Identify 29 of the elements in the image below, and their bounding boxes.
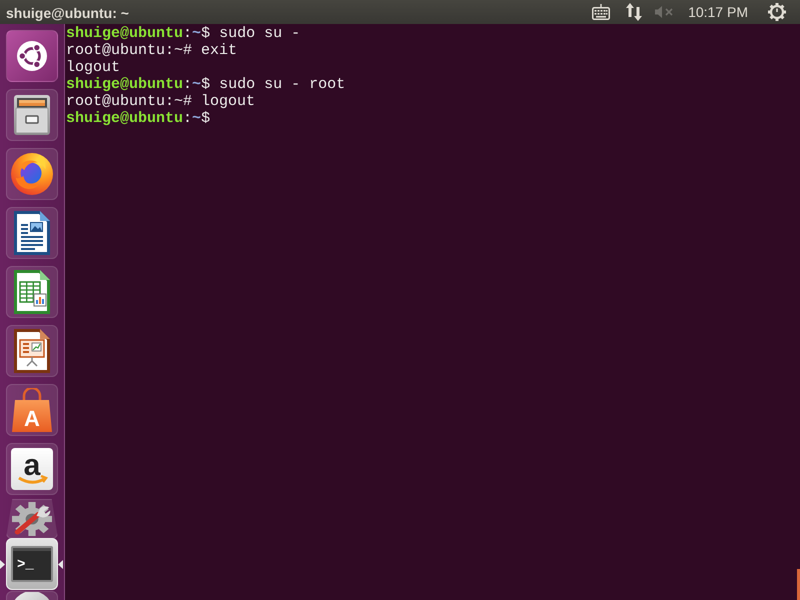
document-launcher-button[interactable]: [6, 207, 58, 259]
network-arrows-icon[interactable]: [626, 3, 642, 21]
window-edge: [797, 569, 800, 600]
terminal-icon: >_: [11, 546, 53, 582]
home-launcher-button[interactable]: [6, 30, 58, 82]
gear-wrench-icon: [12, 502, 52, 536]
spreadsheet-launcher-button[interactable]: [6, 266, 58, 318]
circle-logo-icon: [17, 41, 47, 71]
terminal-line: root@ubuntu:~# logout: [66, 93, 256, 110]
power-icon[interactable]: [768, 3, 786, 21]
keyboard-icon[interactable]: [592, 4, 610, 20]
disc-launcher-button[interactable]: [6, 591, 58, 600]
text-document-icon: [14, 211, 50, 255]
presentation-launcher-button[interactable]: [6, 325, 58, 377]
window-title: shuige@ubuntu: ~: [6, 4, 130, 20]
globe-icon: [11, 153, 53, 195]
terminal-line: shuige@ubuntu:~$: [66, 110, 210, 127]
terminal-line: shuige@ubuntu:~$ sudo su - root: [66, 76, 346, 93]
files-launcher-button[interactable]: [6, 89, 58, 141]
terminal-line: shuige@ubuntu:~$ sudo su -: [66, 25, 300, 42]
terminal-line: root@ubuntu:~# exit: [66, 42, 238, 59]
browser-launcher-button[interactable]: [6, 148, 58, 200]
settings-launcher-button[interactable]: [6, 499, 58, 539]
filing-cabinet-icon: [14, 95, 50, 135]
terminal-line: logout: [66, 59, 120, 76]
presentation-document-icon: [14, 329, 50, 373]
terminal-launcher-button[interactable]: >_: [6, 538, 58, 590]
spreadsheet-document-icon: [14, 270, 50, 314]
clock[interactable]: 10:17 PM: [688, 4, 748, 20]
